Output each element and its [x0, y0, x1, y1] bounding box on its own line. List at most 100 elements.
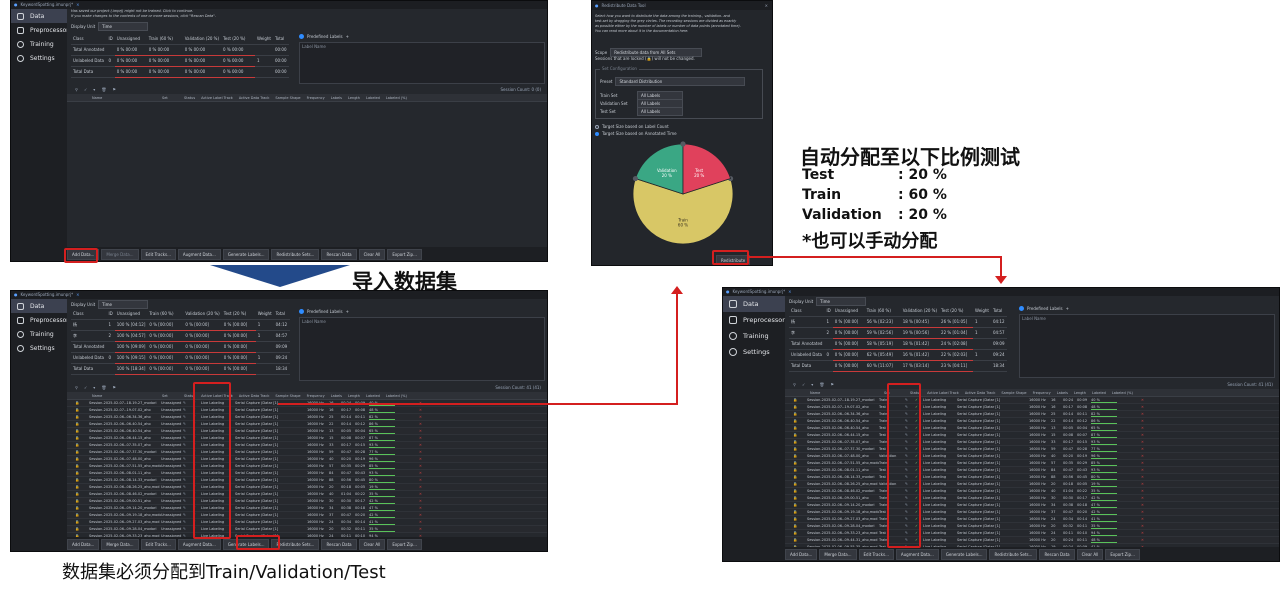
- remove-icon[interactable]: ✕: [1141, 447, 1149, 451]
- label-name-list[interactable]: Label Name: [1019, 314, 1275, 378]
- set-cell[interactable]: Unassigned: [161, 457, 183, 461]
- remove-icon[interactable]: ✕: [419, 464, 427, 468]
- set-cell[interactable]: Unassigned: [161, 443, 183, 447]
- remove-icon[interactable]: ✕: [419, 443, 427, 447]
- set-cell[interactable]: Unassigned: [161, 401, 183, 405]
- distribution-pie-chart[interactable]: Train60 %Validation20 %Test20 %: [618, 138, 748, 250]
- table-row[interactable]: 🔓 Session-2025-02-06--06-40-54_aho Train ✎ ✓…: [785, 418, 1279, 425]
- close-tab-icon[interactable]: ×: [788, 288, 791, 296]
- filter-icon[interactable]: ▾: [811, 382, 813, 387]
- clear-all-button[interactable]: Clear All: [358, 248, 386, 260]
- merge-data-button[interactable]: Merge Data...: [101, 248, 139, 260]
- table-row[interactable]: 🔓 Session-2025-02-06--09-14-20_modori Trai…: [785, 502, 1279, 509]
- remove-icon[interactable]: ✕: [419, 478, 427, 482]
- merge-data-button[interactable]: Merge Data...: [101, 538, 139, 550]
- remove-icon[interactable]: ✕: [1141, 482, 1149, 486]
- lock-icon[interactable]: 🔓: [785, 405, 807, 409]
- close-tab-icon[interactable]: ×: [76, 291, 79, 299]
- tag-icon[interactable]: ⚑: [830, 382, 834, 387]
- check-icon[interactable]: ✓: [802, 382, 805, 387]
- predefined-labels[interactable]: Predefined Labels +: [1019, 306, 1069, 311]
- sidebar-item-settings[interactable]: Settings: [11, 51, 67, 65]
- remove-icon[interactable]: ✕: [419, 520, 427, 524]
- remove-icon[interactable]: ✕: [1141, 419, 1149, 423]
- remove-icon[interactable]: ✕: [419, 471, 427, 475]
- check-icon[interactable]: ✓: [84, 385, 87, 390]
- sidebar-item-preprocessor[interactable]: Preprocessor: [11, 23, 69, 37]
- table-row[interactable]: 🔓 Session-2025-02-06--06-34-36_aho Unassig…: [67, 414, 547, 421]
- radio-button-selected[interactable]: [595, 131, 599, 136]
- lock-icon[interactable]: 🔓: [67, 401, 89, 405]
- edit-icon[interactable]: ✎: [183, 429, 193, 433]
- sidebar-item-data[interactable]: Data: [11, 9, 67, 23]
- predefined-labels[interactable]: Predefined Labels +: [299, 309, 349, 314]
- edit-tracks-button[interactable]: Edit Tracks...: [140, 248, 176, 260]
- lock-icon[interactable]: 🔓: [785, 517, 807, 521]
- edit-icon[interactable]: ✎: [183, 499, 193, 503]
- edit-icon[interactable]: ✎: [183, 443, 193, 447]
- table-row[interactable]: 🔓 Session-2025-02-06--06-40-54_aho Unassig…: [67, 428, 547, 435]
- remove-icon[interactable]: ✕: [1141, 405, 1149, 409]
- remove-icon[interactable]: ✕: [419, 457, 427, 461]
- delete-icon[interactable]: 🗑: [101, 87, 106, 92]
- lock-icon[interactable]: 🔓: [785, 426, 807, 430]
- edit-icon[interactable]: ✎: [183, 450, 193, 454]
- set-cell[interactable]: Unassigned: [161, 513, 183, 517]
- lock-icon[interactable]: 🔓: [785, 461, 807, 465]
- table-row[interactable]: 🔓 Session-2025-02-06--08-46-02_modori Trai…: [785, 488, 1279, 495]
- radio-button[interactable]: [595, 124, 599, 129]
- lock-icon[interactable]: 🔓: [67, 457, 89, 461]
- lock-icon[interactable]: 🔓: [67, 520, 89, 524]
- edit-icon[interactable]: ✎: [183, 401, 193, 405]
- table-row[interactable]: 🔓 Session-2025-02-06--09-28-04_modori Unas…: [67, 526, 547, 533]
- merge-data-button[interactable]: Merge Data...: [819, 548, 857, 560]
- lock-icon[interactable]: 🔓: [785, 503, 807, 507]
- remove-icon[interactable]: ✕: [1141, 531, 1149, 535]
- remove-icon[interactable]: ✕: [419, 450, 427, 454]
- remove-icon[interactable]: ✕: [419, 513, 427, 517]
- edit-icon[interactable]: ✎: [183, 471, 193, 475]
- lock-icon[interactable]: 🔓: [67, 492, 89, 496]
- remove-icon[interactable]: ✕: [1141, 426, 1149, 430]
- export-zip-button[interactable]: Export Zip...: [387, 538, 422, 550]
- edit-tracks-button[interactable]: Edit Tracks...: [858, 548, 894, 560]
- clear-all-button[interactable]: Clear All: [358, 538, 386, 550]
- remove-icon[interactable]: ✕: [1141, 538, 1149, 542]
- lock-icon[interactable]: 🔓: [67, 471, 89, 475]
- tag-icon[interactable]: ⚑: [112, 87, 116, 92]
- table-row[interactable]: 🔓 Session-2025-02-06--09-28-04_modori Trai…: [785, 523, 1279, 530]
- lock-icon[interactable]: 🔓: [785, 489, 807, 493]
- set-cell[interactable]: Unassigned: [161, 520, 183, 524]
- delete-icon[interactable]: 🗑: [101, 385, 106, 390]
- lock-icon[interactable]: 🔓: [785, 412, 807, 416]
- edit-icon[interactable]: ✎: [183, 415, 193, 419]
- remove-icon[interactable]: ✕: [419, 429, 427, 433]
- set-cell[interactable]: Unassigned: [161, 471, 183, 475]
- remove-icon[interactable]: ✕: [1141, 510, 1149, 514]
- lock-icon[interactable]: 🔓: [785, 531, 807, 535]
- lock-icon[interactable]: 🔓: [67, 464, 89, 468]
- set-cell[interactable]: Unassigned: [161, 506, 183, 510]
- remove-icon[interactable]: ✕: [1141, 468, 1149, 472]
- remove-icon[interactable]: ✕: [419, 527, 427, 531]
- table-row[interactable]: 🔓 Session-2025-02-06--06-40-54_aho Test ✎ ✓ L…: [785, 425, 1279, 432]
- remove-icon[interactable]: ✕: [419, 436, 427, 440]
- table-row[interactable]: 🔓 Session-2025-02-06--06-34-36_aho Train ✎ ✓…: [785, 411, 1279, 418]
- remove-icon[interactable]: ✕: [419, 415, 427, 419]
- edit-icon[interactable]: ✎: [183, 436, 193, 440]
- set-cell[interactable]: Unassigned: [161, 408, 183, 412]
- set-cell[interactable]: Unassigned: [161, 422, 183, 426]
- sidebar-item-preprocessor[interactable]: Preprocessor: [723, 312, 785, 328]
- edit-icon[interactable]: ✎: [183, 464, 193, 468]
- drag-handle[interactable]: [680, 141, 686, 147]
- sidebar-item-data[interactable]: Data: [11, 299, 67, 313]
- table-row[interactable]: 🔓 Session-2025-02-07--18-19-27_modori Trai…: [785, 397, 1279, 404]
- remove-icon[interactable]: ✕: [1141, 503, 1149, 507]
- table-row[interactable]: 🔓 Session-2025-02-06--06-44-15_aho Test ✎ ✓ L…: [785, 432, 1279, 439]
- remove-icon[interactable]: ✕: [1141, 412, 1149, 416]
- sidebar-item-preprocessor[interactable]: Preprocessor: [11, 313, 69, 327]
- edit-icon[interactable]: ✎: [183, 520, 193, 524]
- set-cell[interactable]: Unassigned: [161, 527, 183, 531]
- filter-icon[interactable]: ▾: [93, 385, 95, 390]
- lock-icon[interactable]: 🔓: [67, 450, 89, 454]
